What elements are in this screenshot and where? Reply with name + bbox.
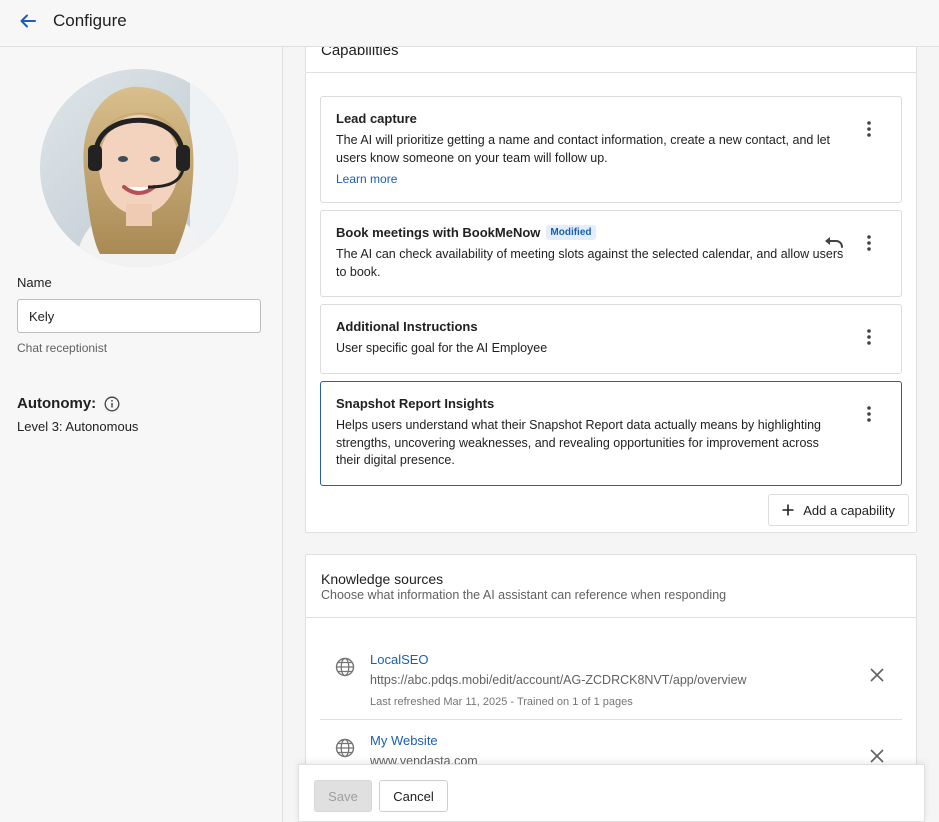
close-icon <box>870 668 884 682</box>
autonomy-level: Level 3: Autonomous <box>17 419 139 434</box>
kebab-icon <box>867 406 871 422</box>
more-options-button[interactable] <box>859 119 879 139</box>
capability-name: Snapshot Report Insights <box>336 396 494 411</box>
capability-additional-instructions[interactable]: Additional Instructions User specific go… <box>320 304 902 374</box>
remove-source-button[interactable] <box>868 747 886 765</box>
more-options-button[interactable] <box>859 233 879 253</box>
capability-lead-capture[interactable]: Lead capture The AI will prioritize gett… <box>320 96 902 203</box>
info-icon[interactable] <box>104 396 120 412</box>
undo-icon <box>825 237 843 248</box>
profile-panel: Name Chat receptionist Autonomy: Level 3… <box>0 47 283 822</box>
capability-snapshot-report[interactable]: Snapshot Report Insights Helps users und… <box>320 381 902 486</box>
autonomy-heading: Autonomy: <box>17 395 120 412</box>
page-title: Configure <box>53 11 127 30</box>
capability-description: Helps users understand what their Snapsh… <box>336 418 822 467</box>
capability-title: Lead capture <box>336 111 417 126</box>
remove-source-button[interactable] <box>868 666 886 684</box>
footer-action-bar: Save Cancel <box>298 764 925 822</box>
avatar[interactable] <box>40 69 238 267</box>
modified-badge: Modified <box>546 225 596 240</box>
main-content: Capabilities Lead capture The AI will pr… <box>284 47 939 822</box>
plus-icon <box>782 504 794 516</box>
name-label: Name <box>17 275 52 290</box>
arrow-left-icon <box>20 14 36 28</box>
divider <box>306 72 916 73</box>
kebab-icon <box>867 235 871 251</box>
capability-book-meetings[interactable]: Book meetings with BookMeNow Modified Th… <box>320 210 902 297</box>
add-capability-label: Add a capability <box>803 502 895 518</box>
capability-title: Book meetings with BookMeNow <box>336 225 541 240</box>
more-options-button[interactable] <box>859 404 879 424</box>
capability-title: Additional Instructions <box>336 319 478 334</box>
capabilities-card: Capabilities Lead capture The AI will pr… <box>305 47 917 533</box>
top-bar: Configure <box>0 0 939 47</box>
avatar-image <box>40 69 238 267</box>
knowledge-source-name[interactable]: My Website <box>370 733 438 748</box>
capability-name: Book meetings with BookMeNow Modified <box>336 225 596 240</box>
kebab-icon <box>867 329 871 345</box>
save-button[interactable]: Save <box>314 780 372 812</box>
kebab-icon <box>867 121 871 137</box>
cancel-button[interactable]: Cancel <box>379 780 448 812</box>
knowledge-source-url: https://abc.pdqs.mobi/edit/account/AG-ZC… <box>370 673 747 687</box>
undo-button[interactable] <box>823 233 845 253</box>
capability-description: User specific goal for the AI Employee <box>336 341 548 355</box>
knowledge-source-item: LocalSEO https://abc.pdqs.mobi/edit/acco… <box>320 640 902 720</box>
knowledge-source-meta: Last refreshed Mar 11, 2025 - Trained on… <box>370 696 633 708</box>
knowledge-sources-subtitle: Choose what information the AI assistant… <box>321 588 727 602</box>
capability-name: Lead capture <box>336 111 417 126</box>
globe-icon <box>335 738 355 758</box>
globe-icon <box>335 657 355 677</box>
add-capability-button[interactable]: Add a capability <box>768 494 909 526</box>
knowledge-sources-title: Knowledge sources <box>321 571 444 587</box>
capability-name: Additional Instructions <box>336 319 478 334</box>
knowledge-source-name[interactable]: LocalSEO <box>370 652 429 667</box>
capability-description: The AI will prioritize getting a name an… <box>336 133 831 165</box>
name-input[interactable] <box>17 299 261 333</box>
capability-description: The AI can check availability of meeting… <box>336 247 844 279</box>
autonomy-label: Autonomy: <box>17 395 97 412</box>
back-button[interactable] <box>16 9 40 33</box>
divider <box>306 617 916 618</box>
capability-title: Snapshot Report Insights <box>336 396 495 411</box>
capabilities-heading: Capabilities <box>321 47 399 59</box>
close-icon <box>870 749 884 763</box>
role-text: Chat receptionist <box>17 341 108 355</box>
learn-more-link[interactable]: Learn more <box>336 172 397 186</box>
more-options-button[interactable] <box>859 327 879 347</box>
